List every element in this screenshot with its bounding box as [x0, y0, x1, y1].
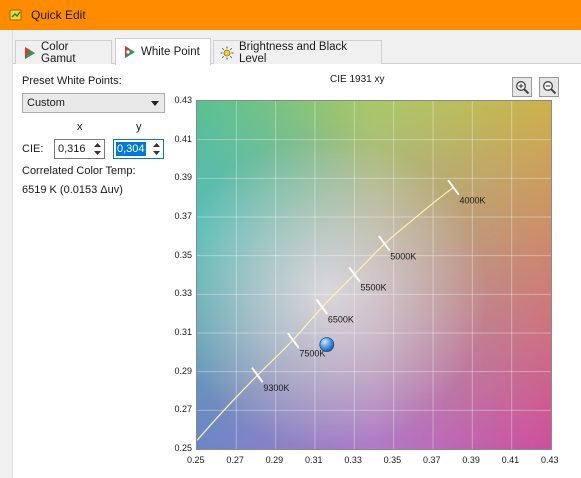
y-tick-label: 0.37 — [174, 211, 192, 221]
x-tick-label: 0.37 — [423, 455, 441, 465]
cct-label-4000k: 4000K — [460, 195, 486, 205]
cct-label-5000k: 5000K — [390, 251, 416, 261]
zoom-out-button[interactable] — [539, 77, 559, 97]
zoom-in-icon — [515, 80, 529, 94]
y-tick-label: 0.39 — [174, 172, 192, 183]
x-tick-label: 0.29 — [265, 455, 284, 465]
y-tick-label: 0.27 — [174, 404, 192, 415]
x-tick-label: 0.27 — [226, 455, 244, 465]
arrow-down-icon — [152, 151, 160, 155]
y-tick-label: 0.29 — [174, 365, 192, 376]
tab-color-gamut[interactable]: Color Gamut — [15, 40, 112, 65]
cie-chart-plot[interactable]: 9300K 7500K 6500K 5500K 5000K 4000K — [196, 100, 552, 450]
y-tick-label: 0.35 — [174, 249, 192, 260]
cie-chart-svg: 9300K 7500K 6500K 5500K 5000K 4000K — [197, 101, 551, 449]
tab-white-point-label: White Point — [141, 46, 200, 58]
left-gutter — [0, 30, 13, 478]
current-white-point[interactable] — [319, 337, 335, 353]
cct-label-5500k: 5500K — [361, 283, 387, 293]
chevron-down-icon — [151, 101, 159, 106]
cie-x-spinbox[interactable]: 0,316 — [54, 139, 105, 159]
y-tick-label: 0.25 — [174, 443, 192, 453]
x-tick-label: 0.25 — [187, 455, 205, 465]
zoom-in-button[interactable] — [512, 77, 532, 97]
y-tick-label: 0.33 — [174, 288, 192, 299]
zoom-out-icon — [542, 80, 556, 94]
white-point-icon — [125, 46, 135, 58]
x-tick-label: 0.39 — [462, 455, 480, 465]
y-tick-label: 0.31 — [174, 327, 192, 337]
preset-label: Preset White Points: — [22, 75, 122, 87]
tab-brightness-label: Brightness and Black Level — [239, 40, 348, 65]
tab-color-gamut-label: Color Gamut — [41, 40, 76, 65]
cct-label-6500k: 6500K — [328, 315, 354, 325]
cct-label-7500k: 7500K — [299, 349, 325, 359]
arrow-down-icon — [93, 151, 101, 155]
arrow-up-icon — [93, 143, 101, 147]
cie-y-down-button[interactable] — [150, 149, 162, 157]
title-bar: Quick Edit — [0, 0, 581, 30]
cie-label: CIE: — [22, 143, 44, 155]
x-tick-label: 0.41 — [501, 455, 520, 465]
tab-brightness-black-level[interactable]: Brightness and Black Level — [213, 40, 382, 65]
chromaticity-white-glow — [197, 101, 551, 449]
color-gamut-icon — [25, 46, 35, 59]
cct-label: Correlated Color Temp: — [22, 165, 136, 177]
cie-y-spinbox[interactable]: 0,304 — [113, 139, 164, 159]
cct-label-9300k: 9300K — [263, 383, 289, 393]
sun-icon — [220, 46, 234, 59]
cct-value: 6519 K (0.0153 Δuv) — [22, 184, 123, 196]
preset-select-value: Custom — [27, 97, 65, 109]
cie-x-value: 0,316 — [58, 143, 86, 155]
tab-bar: Color Gamut White Point Brightness and B… — [13, 30, 581, 65]
chart-title: CIE 1931 xy — [330, 74, 385, 85]
preset-select[interactable]: Custom — [22, 93, 165, 113]
quick-edit-app-icon — [9, 9, 22, 21]
tab-white-point[interactable]: White Point — [115, 38, 211, 65]
y-tick-label: 0.41 — [174, 133, 192, 144]
cie-x-up-button[interactable] — [91, 141, 103, 149]
x-tick-label: 0.33 — [344, 455, 362, 465]
arrow-up-icon — [152, 143, 160, 147]
y-tick-label: 0.43 — [174, 95, 192, 105]
x-tick-label: 0.31 — [305, 455, 323, 465]
cie-y-up-button[interactable] — [150, 141, 162, 149]
x-tick-label: 0.43 — [541, 455, 559, 465]
cie-y-value: 0,304 — [116, 142, 146, 156]
x-column-header: x — [77, 121, 83, 133]
window-title: Quick Edit — [31, 8, 86, 22]
x-tick-label: 0.35 — [383, 455, 402, 465]
y-column-header: y — [136, 121, 142, 133]
cie-x-down-button[interactable] — [91, 149, 103, 157]
